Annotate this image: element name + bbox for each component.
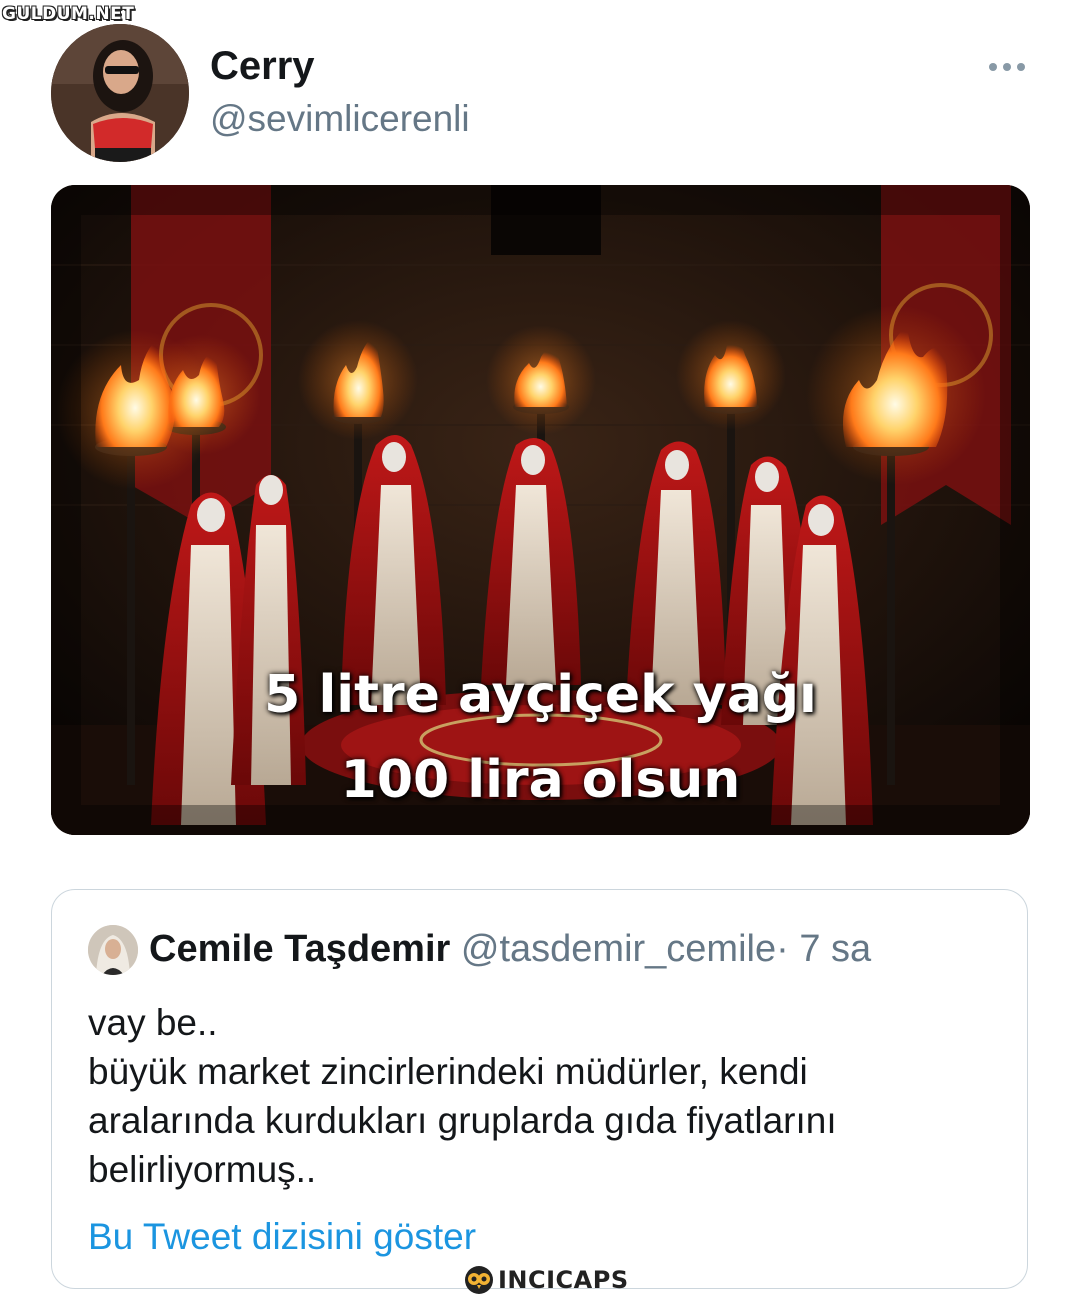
author-name[interactable]: Cerry [210, 44, 315, 89]
quoted-tweet-time[interactable]: 7 sa [799, 928, 871, 970]
watermark-bottom: INCICAPS [464, 1265, 629, 1295]
author-avatar[interactable] [51, 24, 189, 162]
header-separator: · [776, 928, 789, 970]
more-options-icon [989, 63, 1025, 71]
user-avatar-photo-icon [51, 24, 189, 162]
quoted-author-avatar[interactable] [88, 925, 138, 975]
quoted-author-handle[interactable]: @tasdemir_cemile [461, 928, 776, 970]
quoted-text-line: aralarında kurdukları gruplarda gıda fiy… [88, 1100, 837, 1141]
user-avatar-photo-icon [88, 925, 138, 975]
media-caption-line-1: 5 litre ayçiçek yağı [264, 665, 817, 725]
quoted-tweet-card[interactable]: Cemile Taşdemir @tasdemir_cemile· 7 sa v… [51, 889, 1028, 1289]
quoted-tweet-header: Cemile Taşdemir @tasdemir_cemile· 7 sa [149, 928, 871, 971]
media-caption-line-2: 100 lira olsun [340, 750, 741, 810]
quoted-author-name[interactable]: Cemile Taşdemir [149, 928, 450, 970]
quoted-text-line: büyük market zincirlerindeki müdürler, k… [88, 1051, 808, 1092]
tweet-media-image[interactable]: 5 litre ayçiçek yağı 100 lira olsun [51, 185, 1030, 835]
ritual-scene-image [51, 185, 1030, 835]
quoted-text-line: vay be.. [88, 1002, 218, 1043]
tweet-screenshot: GULDUM.NET Cerry @sevimlicerenli 5 litre… [0, 0, 1080, 1309]
quoted-text-line: belirliyormuş.. [88, 1149, 317, 1190]
watermark-top: GULDUM.NET [2, 4, 135, 24]
quoted-tweet-text: vay be.. büyük market zincirlerindeki mü… [88, 998, 837, 1194]
owl-logo-icon [465, 1266, 493, 1294]
show-thread-link[interactable]: Bu Tweet dizisini göster [88, 1216, 476, 1258]
watermark-bottom-text: INCICAPS [498, 1266, 629, 1294]
more-options-button[interactable] [985, 52, 1029, 82]
author-handle[interactable]: @sevimlicerenli [210, 98, 470, 140]
